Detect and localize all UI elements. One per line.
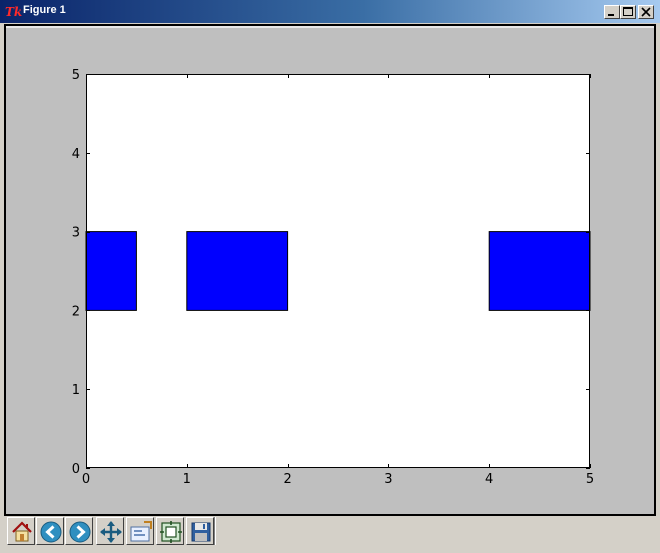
forward-button[interactable] <box>65 517 93 545</box>
minimize-icon <box>608 14 614 16</box>
home-icon <box>12 521 32 542</box>
back-button[interactable] <box>36 517 64 545</box>
x-tick-label-5: 5 <box>586 472 594 487</box>
maximize-button[interactable] <box>620 5 636 19</box>
title-bar[interactable]: Tk Figure 1 <box>0 0 660 24</box>
minimize-button[interactable] <box>604 5 620 19</box>
y-tick-label-3: 3 <box>72 226 80 241</box>
plot-svg: 0 1 2 3 4 5 0 1 2 3 4 5 <box>72 68 594 487</box>
close-icon <box>641 7 651 17</box>
x-tick-label-4: 4 <box>485 472 493 487</box>
tk-feather-icon: Tk <box>5 5 23 19</box>
y-tick-label-5: 5 <box>72 68 80 83</box>
figure-window: Tk Figure 1 0 1 2 3 4 5 0 1 2 3 4 5 <box>0 0 660 553</box>
subplots-icon <box>160 521 182 543</box>
x-tick-label-1: 1 <box>183 472 191 487</box>
pan-arrows-icon <box>100 521 122 543</box>
window-title: Figure 1 <box>23 4 66 16</box>
close-button[interactable] <box>638 5 654 19</box>
bar-2 <box>488 231 591 311</box>
x-tick-label-3: 3 <box>384 472 392 487</box>
zoom-button[interactable] <box>126 517 154 545</box>
forward-arrow-icon <box>69 521 91 543</box>
maximize-icon <box>623 7 633 16</box>
back-arrow-icon <box>40 521 62 543</box>
x-tick-label-0: 0 <box>82 472 90 487</box>
y-tick-label-0: 0 <box>72 462 80 477</box>
x-tick-label-2: 2 <box>283 472 291 487</box>
navigation-toolbar <box>4 516 656 551</box>
save-button[interactable] <box>186 517 214 545</box>
y-tick-label-4: 4 <box>72 147 80 162</box>
bar-1 <box>186 231 289 311</box>
bar-0 <box>85 231 137 311</box>
figure-canvas[interactable]: 0 1 2 3 4 5 0 1 2 3 4 5 <box>4 24 656 516</box>
y-tick-label-2: 2 <box>72 304 80 319</box>
canvas-area: 0 1 2 3 4 5 0 1 2 3 4 5 <box>6 26 654 514</box>
toolbar-separator <box>214 517 216 545</box>
zoom-rectangle-icon <box>130 521 152 542</box>
subplots-button[interactable] <box>156 517 184 545</box>
save-disk-icon <box>191 522 211 542</box>
pan-button[interactable] <box>96 517 124 545</box>
home-button[interactable] <box>7 517 35 545</box>
y-tick-label-1: 1 <box>72 383 80 398</box>
